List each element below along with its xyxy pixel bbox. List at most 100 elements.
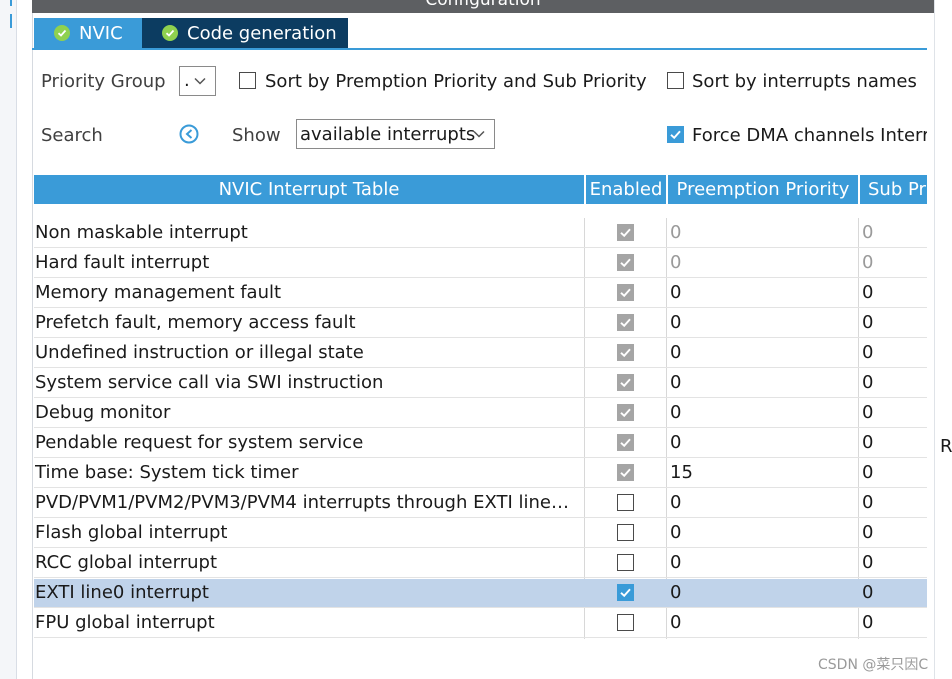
- tab-nvic-label: NVIC: [79, 22, 123, 44]
- table-row[interactable]: Debug monitor 0 0: [34, 399, 927, 428]
- enabled-checkbox: [617, 464, 634, 481]
- interrupt-name: Undefined instruction or illegal state: [35, 342, 364, 363]
- checkmark-icon: [620, 408, 631, 418]
- interrupt-name: Prefetch fault, memory access fault: [35, 312, 356, 333]
- search-label: Search: [41, 125, 103, 146]
- table-row[interactable]: System service call via SWI instruction 0…: [34, 369, 927, 398]
- column-header-enabled[interactable]: Enabled: [586, 175, 666, 204]
- show-dropdown[interactable]: available interrupts: [296, 119, 495, 149]
- interrupt-name: EXTI line0 interrupt: [35, 582, 209, 603]
- tab-code-generation-label: Code generation: [187, 22, 337, 44]
- sub-priority-cell[interactable]: 0: [862, 282, 873, 303]
- preemption-priority-cell[interactable]: 0: [670, 402, 681, 423]
- enabled-checkbox[interactable]: [617, 524, 634, 541]
- table-row[interactable]: Time base: System tick timer 15 0: [34, 459, 927, 488]
- table-row[interactable]: Non maskable interrupt 0 0: [34, 219, 927, 248]
- tab-code-generation[interactable]: Code generation: [142, 18, 348, 48]
- sort-premption-checkbox[interactable]: [239, 72, 256, 89]
- enabled-checkbox[interactable]: [617, 614, 634, 631]
- interrupt-name: Hard fault interrupt: [35, 252, 210, 273]
- preemption-priority-cell[interactable]: 0: [670, 522, 681, 543]
- enabled-checkbox[interactable]: [617, 494, 634, 511]
- enabled-checkbox[interactable]: [617, 584, 634, 601]
- checkmark-icon: [620, 258, 631, 268]
- sub-priority-cell[interactable]: 0: [862, 432, 873, 453]
- enabled-checkbox: [617, 284, 634, 301]
- sub-priority-cell[interactable]: 0: [862, 612, 873, 633]
- preemption-priority-cell[interactable]: 0: [670, 612, 681, 633]
- force-dma-label: Force DMA channels Interr: [692, 125, 927, 146]
- tab-check-icon: [54, 25, 70, 41]
- priority-group-dropdown[interactable]: .: [179, 66, 216, 96]
- preemption-priority-cell[interactable]: 0: [670, 342, 681, 363]
- show-label: Show: [232, 125, 281, 146]
- sub-priority-cell: 0: [862, 252, 874, 273]
- column-header-sub-priority[interactable]: Sub Pr: [868, 175, 927, 204]
- sort-names-checkbox[interactable]: [667, 72, 684, 89]
- sub-priority-cell[interactable]: 0: [862, 372, 873, 393]
- tab-nvic[interactable]: NVIC: [34, 18, 142, 48]
- interrupt-name: Flash global interrupt: [35, 522, 228, 543]
- sub-priority-cell[interactable]: 0: [862, 582, 873, 603]
- checkmark-icon: [620, 348, 631, 358]
- table-row[interactable]: RCC global interrupt 0 0: [34, 549, 927, 578]
- sub-priority-cell[interactable]: 0: [862, 552, 873, 573]
- left-pane-marker: [10, 14, 12, 28]
- preemption-priority-cell[interactable]: 0: [670, 312, 681, 333]
- tab-check-icon: [162, 25, 178, 41]
- interrupt-name: Debug monitor: [35, 402, 171, 423]
- checkmark-icon: [620, 228, 631, 238]
- table-row[interactable]: Pendable request for system service 0 0: [34, 429, 927, 458]
- column-separator: [858, 175, 860, 204]
- sub-priority-cell[interactable]: 0: [862, 402, 873, 423]
- checkmark-icon: [620, 438, 631, 448]
- search-clear-icon[interactable]: [179, 124, 199, 144]
- left-pane-marker: [10, 0, 12, 6]
- checkmark-icon: [620, 318, 631, 328]
- preemption-priority-cell[interactable]: 0: [670, 372, 681, 393]
- column-header-preemption[interactable]: Preemption Priority: [668, 175, 858, 204]
- left-pane-edge: [0, 0, 17, 679]
- table-row[interactable]: EXTI line0 interrupt 0 0: [34, 579, 927, 608]
- sub-priority-cell[interactable]: 0: [862, 522, 873, 543]
- sub-priority-cell[interactable]: 0: [862, 462, 873, 483]
- interrupt-name: PVD/PVM1/PVM2/PVM3/PVM4 interrupts throu…: [35, 492, 569, 513]
- sub-priority-cell[interactable]: 0: [862, 312, 873, 333]
- table-row[interactable]: PVD/PVM1/PVM2/PVM3/PVM4 interrupts throu…: [34, 489, 927, 518]
- enabled-checkbox: [617, 344, 634, 361]
- preemption-priority-cell[interactable]: 15: [670, 462, 693, 483]
- preemption-priority-cell: 0: [670, 222, 682, 243]
- preemption-priority-cell[interactable]: 0: [670, 582, 681, 603]
- table-row[interactable]: Hard fault interrupt 0 0: [34, 249, 927, 278]
- priority-group-value: .: [184, 70, 190, 91]
- sort-names-label: Sort by interrupts names: [692, 71, 917, 92]
- table-row[interactable]: Memory management fault 0 0: [34, 279, 927, 308]
- table-row[interactable]: Flash global interrupt 0 0: [34, 519, 927, 548]
- chevron-down-icon: [473, 130, 485, 138]
- enabled-checkbox: [617, 374, 634, 391]
- enabled-checkbox: [617, 404, 634, 421]
- preemption-priority-cell[interactable]: 0: [670, 282, 681, 303]
- table-row[interactable]: FPU global interrupt 0 0: [34, 609, 927, 638]
- preemption-priority-cell[interactable]: 0: [670, 552, 681, 573]
- checkmark-icon: [620, 288, 631, 298]
- interrupt-name: Pendable request for system service: [35, 432, 364, 453]
- checkmark-icon: [620, 378, 631, 388]
- column-header-interrupt[interactable]: NVIC Interrupt Table: [34, 175, 584, 204]
- tab-underline: [32, 48, 927, 50]
- sub-priority-cell[interactable]: 0: [862, 492, 873, 513]
- table-row[interactable]: Undefined instruction or illegal state 0 0: [34, 339, 927, 368]
- sort-premption-label: Sort by Premption Priority and Sub Prior…: [265, 71, 647, 92]
- watermark: CSDN @菜只因C: [818, 657, 929, 673]
- sub-priority-cell[interactable]: 0: [862, 342, 873, 363]
- preemption-priority-cell[interactable]: 0: [670, 492, 681, 513]
- enabled-checkbox: [617, 434, 634, 451]
- checkmark-icon: [620, 588, 631, 598]
- show-value: available interrupts: [300, 124, 476, 145]
- preemption-priority-cell[interactable]: 0: [670, 432, 681, 453]
- interrupt-name: Memory management fault: [35, 282, 282, 303]
- preemption-priority-cell: 0: [670, 252, 682, 273]
- table-row[interactable]: Prefetch fault, memory access fault 0 0: [34, 309, 927, 338]
- force-dma-checkbox[interactable]: [667, 126, 684, 143]
- enabled-checkbox[interactable]: [617, 554, 634, 571]
